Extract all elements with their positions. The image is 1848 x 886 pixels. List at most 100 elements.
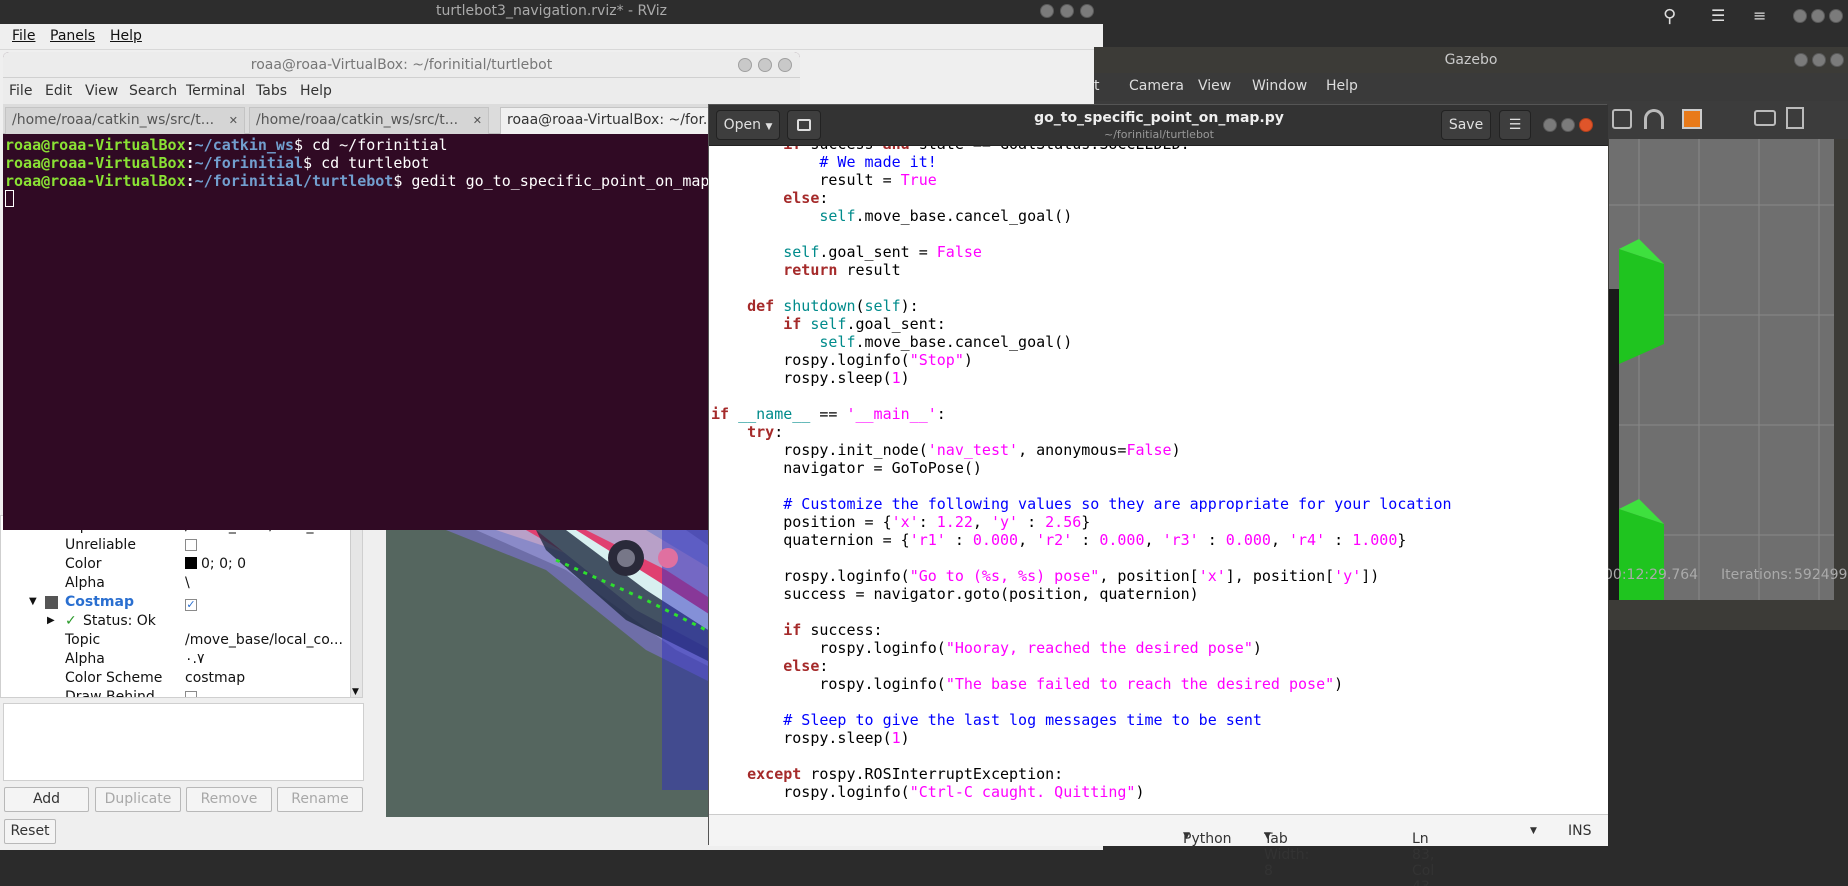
code-line: # Sleep to give the last log messages ti…: [783, 711, 1262, 729]
terminal-menu-file[interactable]: File: [9, 83, 32, 99]
code-line: quaternion = {'r1' : 0.000, 'r2' : 0.000…: [711, 531, 1407, 549]
gazebo-menu-window[interactable]: Window: [1252, 78, 1307, 94]
open-button[interactable]: Open ▼: [716, 110, 780, 140]
terminal-line: roaa@roaa-VirtualBox:~/forinitial$ cd tu…: [5, 154, 430, 172]
code-line: if success and state == GoalStatus.SUCCE…: [709, 146, 1608, 153]
tree-row[interactable]: Color 0; 0; 0: [1, 556, 349, 575]
costmap-checkbox[interactable]: ✓: [185, 599, 197, 611]
iterations-label: Iterations:: [1721, 567, 1793, 583]
gazebo-minimize-button[interactable]: [1794, 53, 1808, 67]
terminal-menu-help[interactable]: Help: [300, 83, 332, 99]
close-button[interactable]: [1829, 9, 1843, 23]
terminal-line: roaa@roaa-VirtualBox:~/catkin_ws$ cd ~/f…: [5, 136, 448, 154]
code-lines: if success and state == GoalStatus.SUCCE…: [709, 146, 1608, 801]
gazebo-menu-camera[interactable]: Camera: [1129, 78, 1184, 94]
tree-row[interactable]: Topic/move_base/local_co...: [1, 632, 349, 651]
menu-icon[interactable]: ≡: [1753, 6, 1766, 25]
gazebo-menu-edit[interactable]: t: [1094, 78, 1100, 94]
insert-mode[interactable]: INS: [1568, 823, 1592, 839]
add-button[interactable]: Add: [4, 787, 89, 812]
gazebo-menu-help[interactable]: Help: [1326, 78, 1358, 94]
log-icon[interactable]: [1786, 107, 1804, 129]
code-line: # We made it!: [819, 153, 937, 171]
hamburger-menu-button[interactable]: ☰: [1499, 110, 1531, 140]
menu-help[interactable]: Help: [110, 28, 142, 44]
draw-behind-checkbox[interactable]: [185, 691, 197, 697]
chevron-down-icon: ▼: [1183, 831, 1190, 841]
minimize-button[interactable]: [1793, 9, 1807, 23]
search-icon[interactable]: ⚲: [1663, 6, 1676, 27]
code-line: success = navigator.goto(position, quate…: [711, 585, 1199, 603]
document-title: go_to_specific_point_on_map.py: [1034, 110, 1284, 126]
remove-button[interactable]: Remove: [186, 787, 272, 812]
terminal-tab-2[interactable]: /home/roaa/catkin_ws/src/t... ✕: [249, 107, 489, 134]
terminal-menu-tabs[interactable]: Tabs: [256, 83, 287, 99]
tree-row[interactable]: ▶ ✓ Status: Ok: [1, 613, 349, 632]
chevron-down-icon: ▼: [765, 122, 773, 132]
save-button[interactable]: Save: [1441, 110, 1491, 140]
new-document-button[interactable]: [787, 110, 821, 140]
terminal-close-button[interactable]: [778, 58, 792, 72]
close-icon[interactable]: ✕: [473, 108, 482, 133]
terminal-menu-edit[interactable]: Edit: [45, 83, 72, 99]
terminal-cursor: [5, 190, 800, 208]
terminal-menu-search[interactable]: Search: [129, 83, 177, 99]
code-line: result = True: [711, 171, 937, 189]
align-tool-icon[interactable]: [1612, 109, 1632, 129]
rename-button[interactable]: Rename: [277, 787, 363, 812]
tree-row[interactable]: Color Scheme costmap: [1, 670, 349, 689]
code-line: rospy.loginfo("Go to (%s, %s) pose", pos…: [711, 567, 1380, 585]
code-line: rospy.loginfo("Ctrl-C caught. Quitting"): [711, 783, 1145, 801]
list-view-icon[interactable]: ☰: [1711, 6, 1725, 25]
gazebo-scene: [1609, 139, 1834, 600]
menu-panels[interactable]: Panels: [50, 28, 95, 44]
terminal-window: roaa@roaa-VirtualBox: ~/forinitial/turtl…: [3, 52, 800, 530]
gazebo-close-button[interactable]: [1830, 53, 1844, 67]
tree-row[interactable]: Alpha \: [1, 575, 349, 594]
menu-file[interactable]: File: [12, 28, 35, 44]
code-line: rospy.loginfo("The base failed to reach …: [711, 675, 1344, 693]
unreliable-checkbox[interactable]: [185, 539, 197, 551]
reset-button[interactable]: Reset: [4, 819, 56, 844]
terminal-menu-terminal[interactable]: Terminal: [186, 83, 245, 99]
expand-arrow-icon[interactable]: ▼: [29, 596, 37, 607]
code-editor[interactable]: if success and state == GoalStatus.SUCCE…: [709, 146, 1608, 814]
terminal-menu-view[interactable]: View: [85, 83, 118, 99]
rviz-close-button[interactable]: [1080, 4, 1094, 18]
gazebo-menu-view[interactable]: View: [1198, 78, 1231, 94]
gedit-close-button[interactable]: [1579, 118, 1593, 132]
gedit-maximize-button[interactable]: [1561, 118, 1575, 132]
tree-row[interactable]: Draw Behind: [1, 689, 349, 697]
screenshot-icon[interactable]: [1754, 110, 1776, 126]
tree-row-costmap[interactable]: ▼ Costmap ✓: [1, 594, 349, 613]
terminal-tab-1[interactable]: /home/roaa/catkin_ws/src/t... ✕: [5, 107, 245, 134]
check-icon: ✓: [65, 613, 77, 629]
magnet-icon[interactable]: [1644, 109, 1664, 129]
hamburger-icon: ☰: [1508, 117, 1522, 133]
gazebo-maximize-button[interactable]: [1812, 53, 1826, 67]
rviz-minimize-button[interactable]: [1040, 4, 1054, 18]
code-line: except rospy.ROSInterruptException:: [747, 765, 1064, 783]
terminal-minimize-button[interactable]: [738, 58, 752, 72]
gedit-minimize-button[interactable]: [1543, 118, 1557, 132]
code-line: self.move_base.cancel_goal(): [819, 333, 1073, 351]
view-angle-icon[interactable]: [1682, 109, 1702, 129]
gazebo-3d-view[interactable]: [1609, 139, 1834, 600]
position-menu-icon[interactable]: ▼: [1530, 826, 1537, 836]
code-line: rospy.sleep(1): [711, 729, 910, 747]
terminal-output[interactable]: roaa@roaa-VirtualBox:~/catkin_ws$ cd ~/f…: [5, 134, 800, 530]
tree-row[interactable]: Unreliable: [1, 537, 349, 556]
terminal-maximize-button[interactable]: [758, 58, 772, 72]
collapse-arrow-icon[interactable]: ▶: [47, 615, 55, 626]
tree-scrollbar[interactable]: ▼: [350, 516, 362, 697]
desktop-shell-bar: ⚲ ☰ ≡: [1103, 0, 1848, 47]
costmap-label: Costmap: [65, 594, 134, 610]
maximize-button[interactable]: [1811, 9, 1825, 23]
rviz-maximize-button[interactable]: [1060, 4, 1074, 18]
code-line: else:: [783, 189, 829, 207]
close-icon[interactable]: ✕: [229, 108, 238, 133]
tree-row[interactable]: Alpha ٠.٧: [1, 651, 349, 670]
duplicate-button[interactable]: Duplicate: [95, 787, 181, 812]
gedit-statusbar: Python ▼ Tab Width: 8 ▼ Ln 83, Col 43 ▼ …: [709, 814, 1608, 886]
